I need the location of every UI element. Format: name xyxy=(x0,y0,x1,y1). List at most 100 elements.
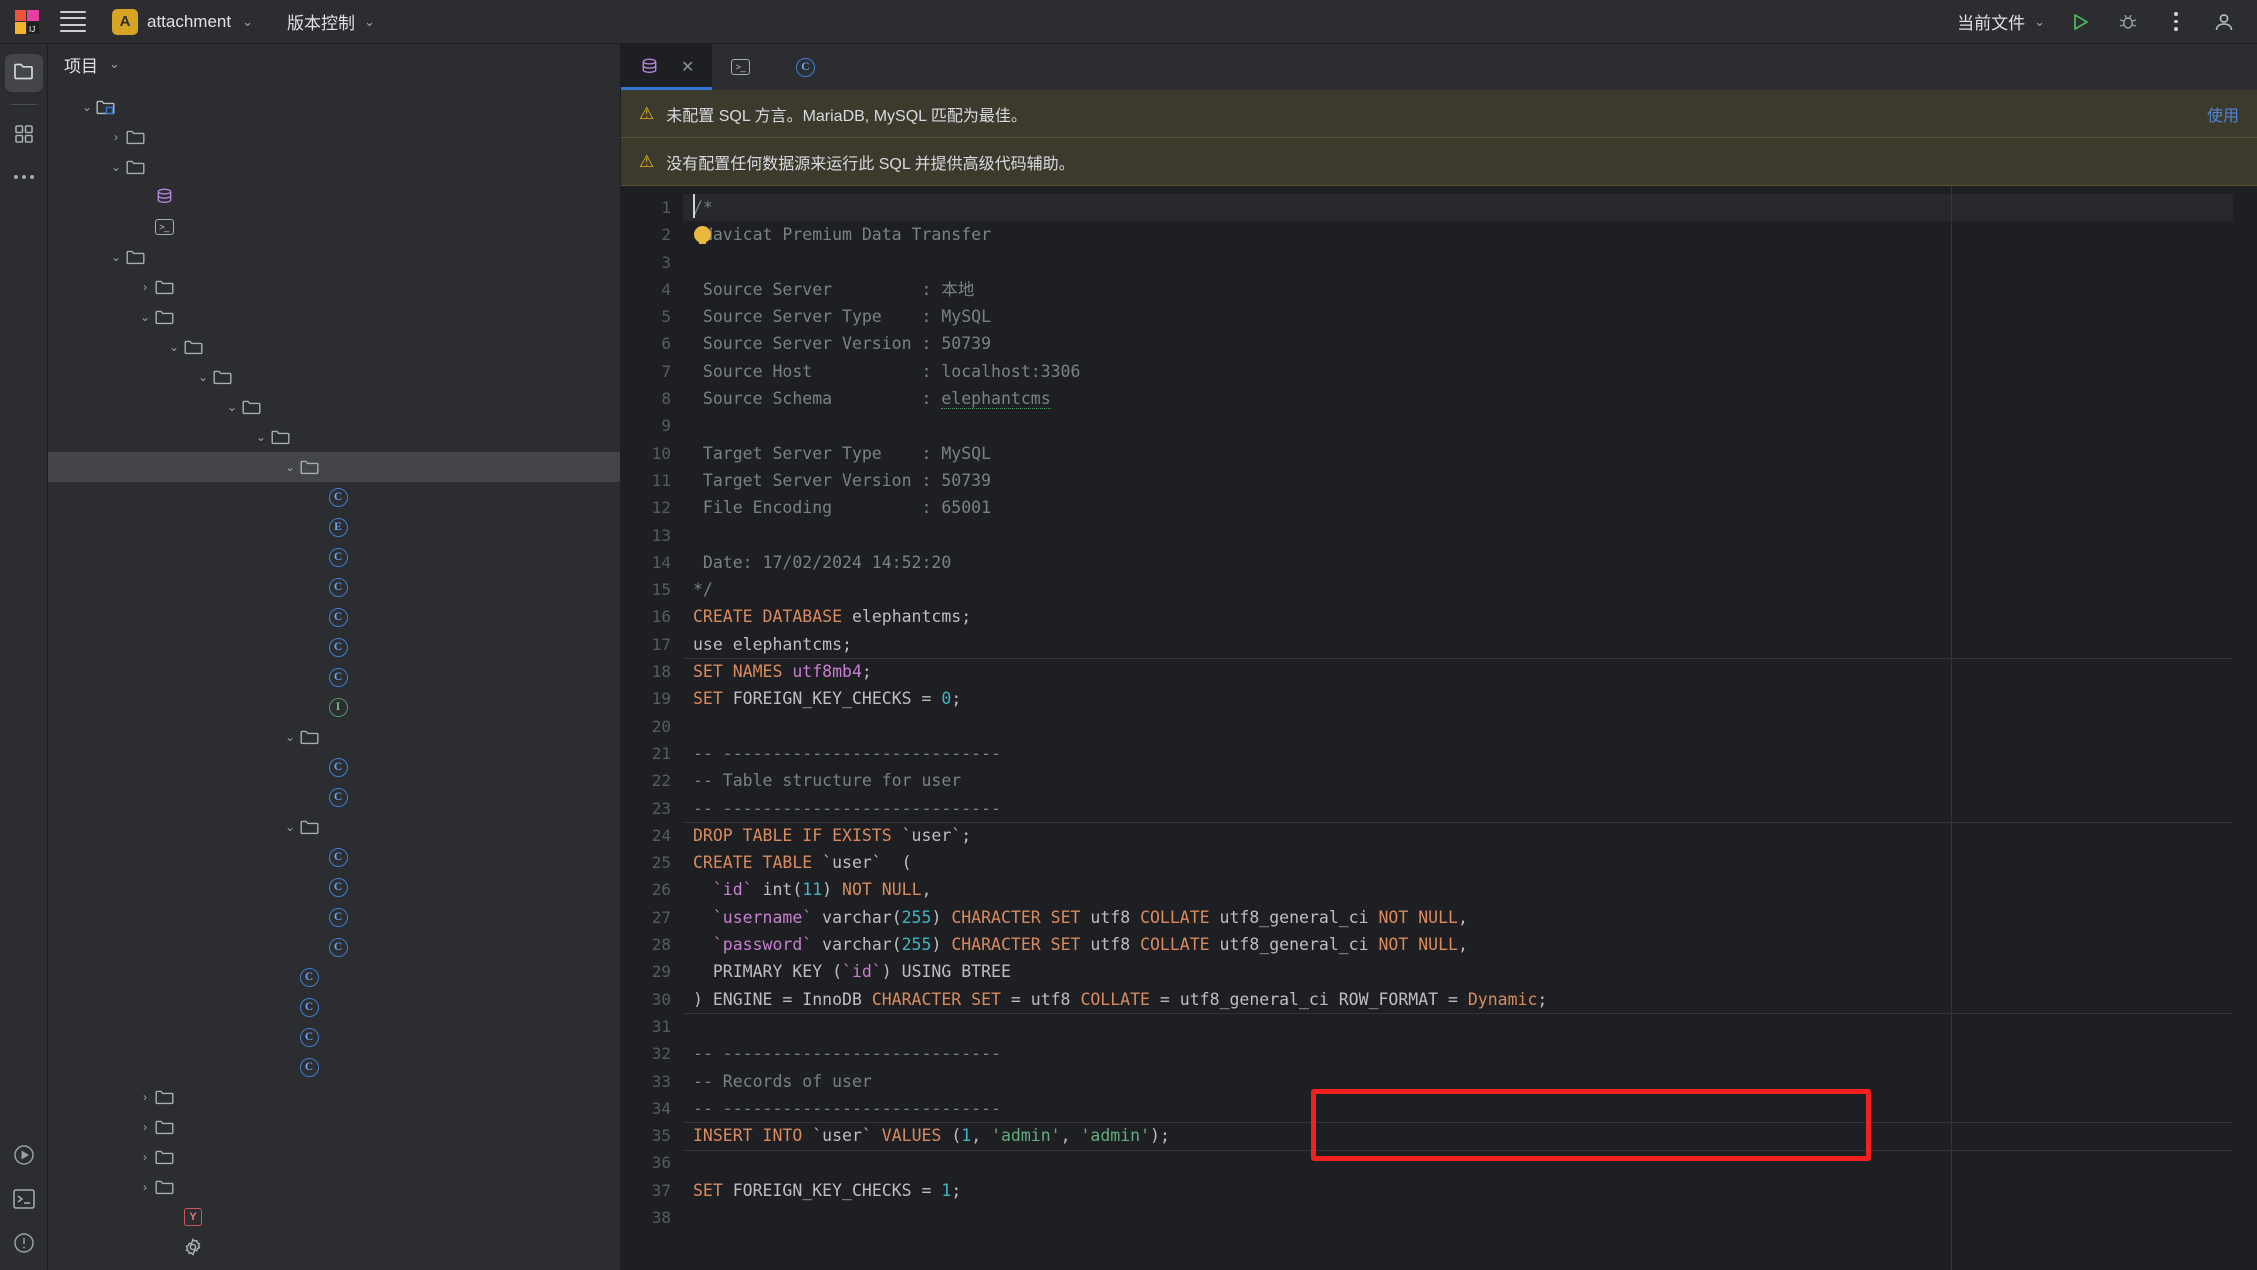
code-line-21[interactable]: -- ---------------------------- xyxy=(683,740,2257,767)
tree-node-application-yml[interactable]: Y xyxy=(48,1202,620,1232)
tree-node-upload[interactable]: ⌄ xyxy=(48,812,620,842)
code-line-14[interactable]: Date: 17/02/2024 14:52:20 xyxy=(683,549,2257,576)
chevron-down-icon[interactable]: ⌄ xyxy=(165,338,183,356)
problems-warning-icon[interactable] xyxy=(12,1231,36,1260)
tree-node-binaryuploader[interactable]: C xyxy=(48,872,620,902)
tree-node-actionmap[interactable]: C xyxy=(48,482,620,512)
code-line-33[interactable]: -- Records of user xyxy=(683,1068,2257,1095)
code-line-2[interactable]: Navicat Premium Data Transfer xyxy=(683,221,2257,248)
code-line-24[interactable]: DROP TABLE IF EXISTS `user`; xyxy=(683,822,2257,849)
user-account-icon[interactable] xyxy=(2211,9,2237,35)
run-tool-window-icon[interactable] xyxy=(12,1143,36,1172)
code-line-35[interactable]: INSERT INTO `user` VALUES (1, 'admin', '… xyxy=(683,1122,2257,1149)
code-line-5[interactable]: Source Server Type : MySQL xyxy=(683,303,2257,330)
code-line-6[interactable]: Source Server Version : 50739 xyxy=(683,330,2257,357)
project-selector[interactable]: A attachment ⌄ xyxy=(108,6,261,38)
tree-node-templates[interactable]: › xyxy=(48,1112,620,1142)
code-line-26[interactable]: `id` int(11) NOT NULL, xyxy=(683,876,2257,903)
tree-node-multistate[interactable]: C xyxy=(48,662,620,692)
tree-node-actionstate[interactable]: E xyxy=(48,512,620,542)
tree-node-ueditor[interactable]: › xyxy=(48,1142,620,1172)
code-line-30[interactable]: ) ENGINE = InnoDB CHARACTER SET = utf8 C… xyxy=(683,986,2257,1013)
editor-tab-db-sql[interactable]: ✕ xyxy=(621,44,712,90)
chevron-right-icon[interactable]: › xyxy=(136,1118,154,1136)
code-line-32[interactable]: -- ---------------------------- xyxy=(683,1040,2257,1067)
chevron-down-icon[interactable]: ⌄ xyxy=(136,308,154,326)
code-line-12[interactable]: File Encoding : 65001 xyxy=(683,494,2257,521)
chevron-down-icon[interactable]: ⌄ xyxy=(107,248,125,266)
tree-node-com[interactable]: ⌄ xyxy=(48,362,620,392)
code-line-4[interactable]: Source Server : 本地 xyxy=(683,276,2257,303)
chevron-right-icon[interactable]: › xyxy=(107,128,125,146)
chevron-down-icon[interactable]: ⌄ xyxy=(281,458,299,476)
debug-bug-icon[interactable] xyxy=(2115,9,2141,35)
code-line-18[interactable]: SET NAMES utf8mb4; xyxy=(683,658,2257,685)
tree-node-ueditor[interactable]: ⌄ xyxy=(48,422,620,452)
editor-tab-bar[interactable]: ✕>_C xyxy=(621,44,2257,90)
editor-scrollbar[interactable] xyxy=(2233,186,2257,1270)
tree-node--idea[interactable]: › xyxy=(48,122,620,152)
chevron-right-icon[interactable]: › xyxy=(136,278,154,296)
tree-node-storagemanager[interactable]: C xyxy=(48,902,620,932)
code-line-3[interactable] xyxy=(683,249,2257,276)
editor-tab-flag-sh[interactable]: >_ xyxy=(712,44,777,90)
sql-dialect-banner-link[interactable]: 使用 xyxy=(2207,102,2239,126)
editor-tab-pathformat-class[interactable]: C xyxy=(777,44,842,90)
tree-node-static[interactable]: › xyxy=(48,1082,620,1112)
chevron-down-icon[interactable]: ⌄ xyxy=(109,56,120,72)
more-dots-icon[interactable] xyxy=(14,175,34,179)
code-line-11[interactable]: Target Server Version : 50739 xyxy=(683,467,2257,494)
code-content[interactable]: /* Navicat Premium Data Transfer Source … xyxy=(683,186,2257,1270)
more-kebab-icon[interactable] xyxy=(2163,9,2189,35)
code-line-28[interactable]: `password` varchar(255) CHARACTER SET ut… xyxy=(683,931,2257,958)
code-line-1[interactable]: /* xyxy=(683,194,2257,221)
rail-structure-button[interactable] xyxy=(5,117,43,155)
tree-node-db-sql[interactable] xyxy=(48,182,620,212)
tree-node-flag-sh[interactable]: >_ xyxy=(48,212,620,242)
tree-node-venom[interactable]: › xyxy=(48,1172,620,1202)
tree-node-base64uploader[interactable]: C xyxy=(48,842,620,872)
chevron-down-icon[interactable]: ⌄ xyxy=(281,818,299,836)
chevron-down-icon[interactable]: ⌄ xyxy=(194,368,212,386)
chevron-down-icon[interactable]: ⌄ xyxy=(223,398,241,416)
tree-node-imagehunter[interactable]: C xyxy=(48,782,620,812)
chevron-right-icon[interactable]: › xyxy=(136,1148,154,1166)
tree-node-meta-inf[interactable]: › xyxy=(48,272,620,302)
code-line-31[interactable] xyxy=(683,1013,2257,1040)
code-line-9[interactable] xyxy=(683,412,2257,439)
tree-node-pathformat[interactable]: C xyxy=(48,1052,620,1082)
chevron-right-icon[interactable]: › xyxy=(136,1178,154,1196)
code-line-8[interactable]: Source Schema : elephantcms xyxy=(683,385,2257,412)
chevron-down-icon[interactable]: ⌄ xyxy=(281,728,299,746)
tree-node-basestate[interactable]: C xyxy=(48,572,620,602)
code-line-13[interactable] xyxy=(683,522,2257,549)
hamburger-menu-icon[interactable] xyxy=(60,11,86,33)
chevron-down-icon[interactable]: ⌄ xyxy=(78,98,96,116)
code-line-16[interactable]: CREATE DATABASE elephantcms; xyxy=(683,603,2257,630)
chevron-right-icon[interactable]: › xyxy=(136,1088,154,1106)
code-line-36[interactable] xyxy=(683,1149,2257,1176)
tree-node-src[interactable]: ⌄ xyxy=(48,242,620,272)
code-line-19[interactable]: SET FOREIGN_KEY_CHECKS = 0; xyxy=(683,685,2257,712)
tree-node-filetype[interactable]: C xyxy=(48,602,620,632)
code-editor[interactable]: 1234567891011121314151617181920212223242… xyxy=(621,186,2257,1270)
code-line-29[interactable]: PRIMARY KEY (`id`) USING BTREE xyxy=(683,958,2257,985)
chevron-down-icon[interactable]: ⌄ xyxy=(107,158,125,176)
tree-node-classes[interactable]: ⌄ xyxy=(48,332,620,362)
code-line-25[interactable]: CREATE TABLE `user` ( xyxy=(683,849,2257,876)
code-line-34[interactable]: -- ---------------------------- xyxy=(683,1095,2257,1122)
tree-node-actionenter[interactable]: C xyxy=(48,962,620,992)
tree-node-define[interactable]: ⌄ xyxy=(48,452,620,482)
code-line-38[interactable] xyxy=(683,1204,2257,1231)
tree-node-uploader[interactable]: C xyxy=(48,932,620,962)
run-play-icon[interactable] xyxy=(2067,9,2093,35)
code-line-7[interactable]: Source Host : localhost:3306 xyxy=(683,358,2257,385)
version-control-widget[interactable]: 版本控制 ⌄ xyxy=(287,9,375,34)
intention-bulb-icon[interactable] xyxy=(694,226,711,243)
code-line-15[interactable]: */ xyxy=(683,576,2257,603)
code-line-23[interactable]: -- ---------------------------- xyxy=(683,795,2257,822)
tree-node-files[interactable]: ⌄ xyxy=(48,152,620,182)
tree-node-filemanager[interactable]: C xyxy=(48,752,620,782)
terminal-icon[interactable] xyxy=(12,1188,36,1215)
tree-node-web-inf[interactable]: ⌄ xyxy=(48,302,620,332)
